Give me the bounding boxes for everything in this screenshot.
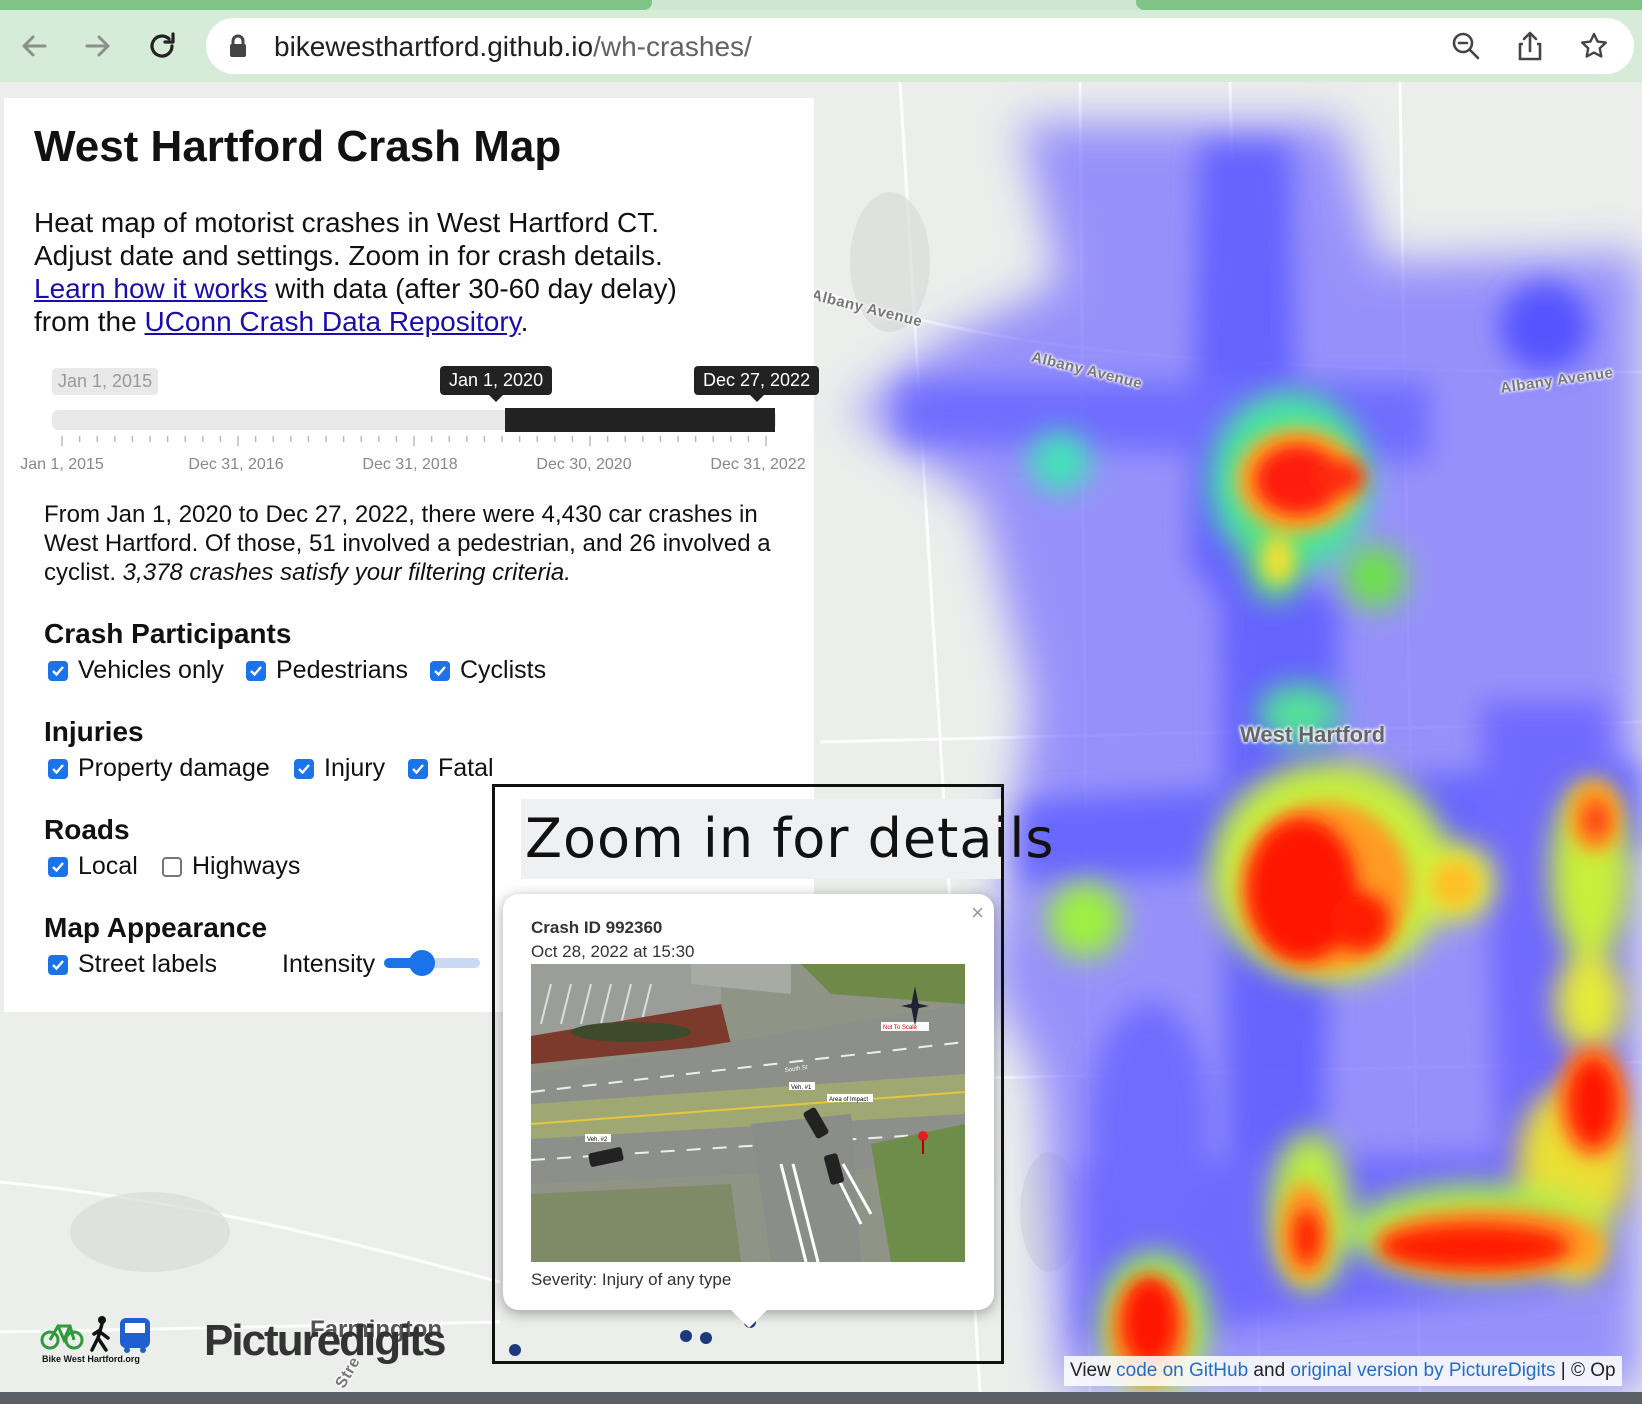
back-arrow-icon[interactable] bbox=[16, 28, 52, 64]
callout-heading-box: Zoom in for details bbox=[521, 799, 1054, 879]
intro-line2: Adjust date and settings. Zoom in for cr… bbox=[34, 240, 663, 271]
section-title-participants: Crash Participants bbox=[44, 618, 292, 649]
tab-strip bbox=[0, 0, 1642, 10]
town-label-west-hartford: West Hartford bbox=[1240, 722, 1386, 747]
vehicle2-label: Veh. #2 bbox=[587, 1137, 608, 1143]
section-title-injuries: Injuries bbox=[44, 716, 144, 747]
attribution-suffix: | © Op bbox=[1555, 1360, 1616, 1381]
github-link[interactable]: code on GitHub bbox=[1116, 1360, 1248, 1381]
bookmark-star-icon[interactable] bbox=[1576, 28, 1612, 64]
slider-min-label: Jan 1, 2015 bbox=[52, 368, 159, 395]
checkbox-label: Local bbox=[78, 852, 138, 880]
checkbox-street-labels[interactable]: Street labels bbox=[48, 950, 217, 979]
intensity-label: Intensity bbox=[282, 950, 376, 978]
checkbox-icon[interactable] bbox=[162, 856, 182, 877]
checkbox-label: Highways bbox=[192, 852, 301, 880]
browser-tab[interactable] bbox=[1136, 0, 1642, 10]
checkbox-injury[interactable]: Injury bbox=[294, 754, 385, 783]
section-title-roads: Roads bbox=[44, 814, 130, 845]
checkbox-property-damage[interactable]: Property damage bbox=[48, 754, 270, 783]
attribution-prefix: View bbox=[1070, 1360, 1117, 1381]
checkbox-icon[interactable] bbox=[48, 660, 68, 681]
browser-tab[interactable] bbox=[0, 0, 652, 10]
lock-icon bbox=[228, 34, 248, 63]
slider-tick-label: Jan 1, 2015 bbox=[20, 456, 104, 473]
attribution-and: and bbox=[1248, 1360, 1291, 1381]
summary-filter-count: 3,378 crashes satisfy your filtering cri… bbox=[122, 559, 571, 586]
picturedigits-logo[interactable]: Picturedigits bbox=[204, 1316, 446, 1366]
checkbox-pedestrians[interactable]: Pedestrians bbox=[246, 656, 408, 685]
page-title: West Hartford Crash Map bbox=[34, 122, 562, 171]
checkbox-icon[interactable] bbox=[48, 758, 68, 779]
vehicle1-label: Veh. #1 bbox=[791, 1085, 812, 1091]
os-dock bbox=[0, 1392, 1642, 1404]
slider-tick-label: Dec 31, 2018 bbox=[362, 456, 458, 473]
checkbox-vehicles-only[interactable]: Vehicles only bbox=[48, 656, 224, 685]
intro-line1: Heat map of motorist crashes in West Har… bbox=[34, 207, 660, 238]
impact-label: Area of Impact bbox=[829, 1097, 868, 1103]
crash-id: Crash ID 992360 bbox=[531, 918, 663, 937]
checkbox-icon[interactable] bbox=[48, 954, 68, 975]
slider-selected-range[interactable] bbox=[504, 408, 775, 432]
intensity-slider[interactable] bbox=[384, 950, 480, 976]
checkbox-label: Fatal bbox=[438, 754, 494, 782]
checkbox-label: Property damage bbox=[78, 754, 270, 782]
slider-ticks bbox=[61, 436, 767, 446]
reload-icon[interactable] bbox=[144, 28, 180, 64]
checkbox-highways[interactable]: Highways bbox=[162, 852, 300, 881]
callout-heading: Zoom in for details bbox=[525, 807, 1055, 870]
checkbox-label: Street labels bbox=[78, 950, 217, 978]
bwh-logo-text: Bike West Hartford.org bbox=[42, 1354, 140, 1364]
bike-west-hartford-logo[interactable]: Bike West Hartford.org bbox=[40, 1312, 160, 1370]
checkbox-label: Injury bbox=[324, 754, 386, 782]
crash-summary: From Jan 1, 2020 to Dec 27, 2022, there … bbox=[44, 500, 784, 587]
zoom-icon[interactable] bbox=[1448, 28, 1484, 64]
browser-toolbar: bikewesthartford.github.io/wh-crashes/ bbox=[0, 0, 1642, 82]
slider-tick-label: Dec 31, 2022 bbox=[710, 456, 806, 473]
map-attribution: View code on GitHub and original version… bbox=[1064, 1356, 1622, 1386]
intro-from: from the bbox=[34, 306, 145, 337]
crash-date: Oct 28, 2022 at 15:30 bbox=[531, 942, 695, 961]
crash-diagram-image: Veh. #2 Veh. #1 Area of Impact South St … bbox=[531, 964, 965, 1262]
slider-tick-label: Dec 30, 2020 bbox=[536, 456, 632, 473]
checkbox-cyclists[interactable]: Cyclists bbox=[430, 656, 546, 685]
intro-end: . bbox=[520, 306, 529, 337]
checkbox-label: Vehicles only bbox=[78, 656, 224, 684]
slider-tick-label: Dec 31, 2016 bbox=[188, 456, 284, 473]
url-host: bikewesthartford.github.io bbox=[274, 31, 594, 62]
checkbox-icon[interactable] bbox=[430, 660, 450, 681]
checkbox-fatal[interactable]: Fatal bbox=[408, 754, 494, 783]
intro-text: Heat map of motorist crashes in West Har… bbox=[34, 206, 774, 338]
section-title-map-appearance: Map Appearance bbox=[44, 912, 268, 943]
forward-arrow-icon[interactable] bbox=[80, 28, 116, 64]
intro-mid: with data (after 30-60 day delay) bbox=[267, 273, 677, 304]
slider-start-handle[interactable]: Jan 1, 2020 bbox=[440, 366, 553, 402]
learn-how-link[interactable]: Learn how it works bbox=[34, 273, 267, 304]
checkbox-icon[interactable] bbox=[246, 660, 266, 681]
crash-severity: Severity: Injury of any type bbox=[531, 1270, 732, 1289]
share-icon[interactable] bbox=[1512, 28, 1548, 64]
scale-label: Not To Scale bbox=[883, 1025, 918, 1031]
crash-popup: × Crash ID 992360 Oct 28, 2022 at 15:30 bbox=[503, 894, 994, 1328]
close-icon[interactable]: × bbox=[971, 900, 984, 926]
checkbox-local[interactable]: Local bbox=[48, 852, 138, 881]
checkbox-icon[interactable] bbox=[294, 758, 314, 779]
checkbox-label: Cyclists bbox=[460, 656, 547, 684]
bike-walk-bus-icon bbox=[40, 1316, 150, 1353]
url-path: /wh-crashes/ bbox=[593, 31, 752, 62]
checkbox-label: Pedestrians bbox=[276, 656, 409, 684]
original-version-link[interactable]: original version by PictureDigits bbox=[1290, 1360, 1555, 1381]
uconn-repository-link[interactable]: UConn Crash Data Repository bbox=[144, 306, 520, 337]
url-text: bikewesthartford.github.io/wh-crashes/ bbox=[274, 31, 752, 63]
checkbox-icon[interactable] bbox=[48, 856, 68, 877]
checkbox-icon[interactable] bbox=[408, 758, 428, 779]
address-bar[interactable]: bikewesthartford.github.io/wh-crashes/ bbox=[206, 18, 1634, 74]
intensity-thumb[interactable] bbox=[409, 950, 436, 976]
slider-end-handle[interactable]: Dec 27, 2022 bbox=[694, 366, 820, 402]
